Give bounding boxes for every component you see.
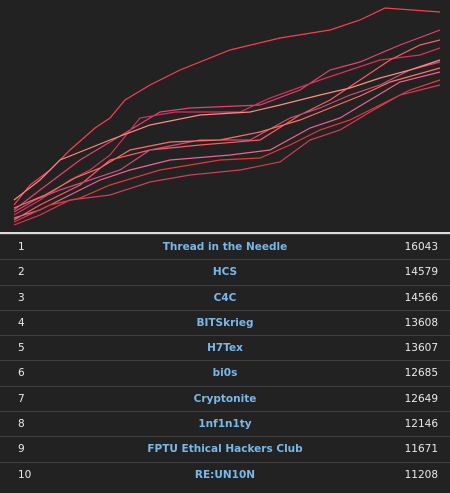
team-link[interactable]: FPTU Ethical Hackers Club bbox=[60, 443, 390, 455]
team-score-line bbox=[13, 71, 441, 219]
rank-cell: 2 bbox=[18, 266, 25, 279]
score-cell: 12649 bbox=[404, 392, 438, 405]
team-score-line bbox=[13, 29, 441, 211]
team-link[interactable]: BITSkrieg bbox=[60, 317, 390, 329]
score-cell: 12685 bbox=[404, 367, 438, 380]
score-cell: 13607 bbox=[404, 342, 438, 355]
team-link[interactable]: HCS bbox=[60, 266, 390, 278]
scoreboard-row: 1 Thread in the Needle 16043 bbox=[0, 234, 450, 259]
team-link[interactable]: H7Tex bbox=[60, 342, 390, 354]
team-link[interactable]: bi0s bbox=[60, 367, 390, 379]
team-link[interactable]: Thread in the Needle bbox=[60, 241, 390, 253]
rank-cell: 8 bbox=[18, 418, 25, 431]
score-cell: 11208 bbox=[404, 468, 438, 481]
score-cell: 12146 bbox=[404, 418, 438, 431]
score-cell: 11671 bbox=[404, 443, 438, 456]
rank-cell: 1 bbox=[18, 241, 25, 253]
rank-cell: 6 bbox=[18, 367, 25, 380]
team-score-line bbox=[13, 61, 441, 213]
score-graph-svg bbox=[13, 7, 441, 226]
team-score-line bbox=[13, 59, 441, 201]
scoreboard-table: 1 Thread in the Needle 16043 2 HCS 14579 3 C4C 1… bbox=[0, 234, 450, 487]
scoreboard-row: 6 bi0s 12685 bbox=[0, 360, 450, 385]
scoreboard-row: 7 Cryptonite 12649 bbox=[0, 385, 450, 411]
rank-cell: 5 bbox=[18, 342, 25, 355]
team-score-line bbox=[13, 67, 441, 209]
team-score-line bbox=[13, 39, 441, 221]
score-cell: 14566 bbox=[404, 291, 438, 304]
scoreboard-row: 3 C4C 14566 bbox=[0, 284, 450, 310]
team-link[interactable]: 1nf1n1ty bbox=[60, 418, 390, 430]
scoreboard-row: 4 BITSkrieg 13608 bbox=[0, 309, 450, 335]
team-link[interactable]: C4C bbox=[60, 292, 390, 304]
rank-cell: 4 bbox=[18, 316, 25, 329]
scoreboard-row: 9 FPTU Ethical Hackers Club 11671 bbox=[0, 436, 450, 461]
scoreboard-row: 5 H7Tex 13607 bbox=[0, 335, 450, 360]
team-link[interactable]: RE:UN10N bbox=[60, 469, 390, 481]
team-score-line bbox=[13, 79, 441, 223]
score-cell: 16043 bbox=[404, 241, 438, 253]
rank-cell: 7 bbox=[18, 392, 25, 405]
rank-cell: 9 bbox=[18, 443, 25, 456]
score-cell: 14579 bbox=[404, 266, 438, 279]
scoreboard-row: 10 RE:UN10N 11208 bbox=[0, 461, 450, 487]
team-score-line bbox=[13, 47, 441, 216]
team-link[interactable]: Cryptonite bbox=[60, 393, 390, 405]
rank-cell: 10 bbox=[18, 468, 32, 481]
score-cell: 13608 bbox=[404, 316, 438, 329]
rank-cell: 3 bbox=[18, 291, 25, 304]
scoreboard-row: 8 1nf1n1ty 12146 bbox=[0, 411, 450, 436]
score-graph bbox=[0, 0, 450, 232]
scoreboard-row: 2 HCS 14579 bbox=[0, 259, 450, 284]
